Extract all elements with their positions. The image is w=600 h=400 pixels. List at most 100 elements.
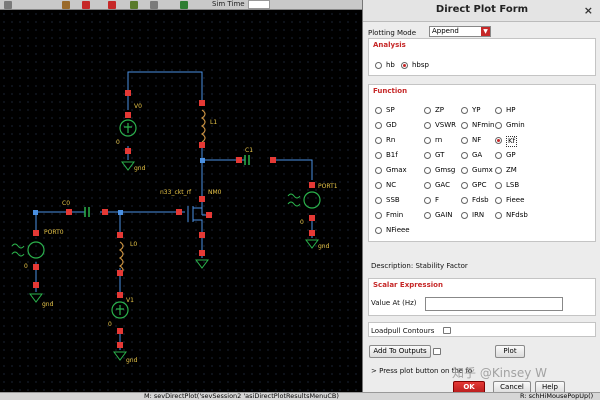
label-nm0: NM0 [208, 189, 222, 196]
radio-button[interactable] [375, 212, 382, 219]
radio-button[interactable] [495, 197, 502, 204]
function-group: Function SP ZP YP HP GD VSWR NFmin Gmin Rn rn NF Kf… [368, 84, 596, 242]
toolbar-tool-icon[interactable] [180, 1, 188, 9]
function-option-label: Gmax [386, 166, 407, 174]
radio-button[interactable] [375, 137, 382, 144]
radio-button[interactable] [401, 62, 408, 69]
sim-time-field[interactable] [248, 0, 270, 9]
label-nmos: n33_ckt_rf [160, 189, 192, 196]
radio-button[interactable] [375, 122, 382, 129]
radio-button[interactable] [495, 152, 502, 159]
capacitor-c0 [84, 207, 90, 217]
toolbar-tool-icon[interactable] [108, 1, 116, 9]
plus-mark [116, 305, 124, 315]
sim-time-label: Sim Time [212, 0, 245, 8]
radio-button[interactable] [375, 107, 382, 114]
loadpull-group: Loadpull Contours [368, 322, 596, 337]
radio-button[interactable] [495, 212, 502, 219]
add-to-outputs-button[interactable]: Add To Outputs [369, 345, 431, 358]
add-to-outputs-checkbox[interactable] [433, 348, 441, 355]
function-option-label: NFmin [472, 121, 495, 129]
junction-dot [118, 210, 123, 215]
dialog-titlebar[interactable]: Direct Plot Form × [363, 0, 600, 22]
loadpull-label: Loadpull Contours [371, 327, 435, 335]
function-option-label: SSB [386, 196, 400, 204]
junction-dot [200, 158, 205, 163]
plotting-mode-select[interactable]: Append ▼ [429, 26, 491, 37]
label-gnd: gnd [134, 165, 146, 172]
value-at-input[interactable] [425, 297, 563, 311]
function-option-label: NFdsb [506, 211, 528, 219]
radio-button[interactable] [424, 152, 431, 159]
radio-button[interactable] [461, 212, 468, 219]
loadpull-checkbox[interactable] [443, 327, 451, 334]
scalar-expression-group: Scalar Expression Value At (Hz) [368, 278, 596, 316]
plotting-mode-value: Append [432, 27, 459, 35]
radio-button[interactable] [461, 167, 468, 174]
function-option-label: NF [472, 136, 482, 144]
radio-button[interactable] [375, 62, 382, 69]
toolbar-tool-icon[interactable] [150, 1, 158, 9]
description-text: Description: Stability Factor [371, 262, 468, 270]
radio-button[interactable] [461, 137, 468, 144]
function-option-label: GD [386, 121, 397, 129]
function-option-label: SP [386, 106, 395, 114]
label-gnd: gnd [42, 301, 54, 308]
radio-button[interactable] [461, 197, 468, 204]
radio-button[interactable] [424, 167, 431, 174]
port-squiggle [11, 251, 25, 257]
radio-button[interactable] [495, 182, 502, 189]
plot-button[interactable]: Plot [495, 345, 525, 358]
toolbar-tool-icon[interactable] [4, 1, 12, 9]
source-port0 [27, 241, 45, 259]
function-option-label: GAIN [435, 211, 453, 219]
radio-button[interactable] [424, 122, 431, 129]
radio-button[interactable] [461, 107, 468, 114]
function-option-label: Kf [506, 136, 518, 147]
label-zero: 0 [24, 263, 28, 270]
analysis-title: Analysis [373, 41, 406, 49]
function-option-label: GP [506, 151, 516, 159]
function-option-label: HP [506, 106, 516, 114]
function-option-label: VSWR [435, 121, 457, 129]
ground-symbol [195, 259, 209, 269]
function-option-label: GPC [472, 181, 487, 189]
toolbar-tool-icon[interactable] [62, 1, 70, 9]
radio-button[interactable] [495, 122, 502, 129]
radio-button[interactable] [424, 182, 431, 189]
label-zero: 0 [108, 321, 112, 328]
radio-button[interactable] [424, 107, 431, 114]
toolbar-tool-icon[interactable] [130, 1, 138, 9]
radio-button[interactable] [495, 167, 502, 174]
radio-button[interactable] [375, 227, 382, 234]
radio-button[interactable] [461, 122, 468, 129]
label-port1: PORT1 [318, 183, 338, 190]
function-option-label: NC [386, 181, 397, 189]
radio-button[interactable] [375, 197, 382, 204]
source-port1 [303, 191, 321, 209]
label-l1: L1 [210, 119, 217, 126]
function-option-label: GT [435, 151, 445, 159]
radio-button[interactable] [375, 182, 382, 189]
radio-button[interactable] [461, 182, 468, 189]
radio-button[interactable] [424, 212, 431, 219]
close-icon[interactable]: × [584, 4, 593, 17]
radio-button[interactable] [375, 167, 382, 174]
radio-button[interactable] [461, 152, 468, 159]
toolbar-tool-icon[interactable] [82, 1, 90, 9]
function-option-label: ZP [435, 106, 445, 114]
radio-button[interactable] [495, 107, 502, 114]
function-option-label: Gmin [506, 121, 525, 129]
dialog-title: Direct Plot Form [435, 4, 529, 15]
ground-symbol [305, 239, 319, 249]
radio-button[interactable] [495, 137, 502, 144]
function-option-label: LSB [506, 181, 520, 189]
ground-symbol [113, 351, 127, 361]
radio-button[interactable] [375, 152, 382, 159]
toolbar: Sim Time [0, 0, 362, 10]
radio-button[interactable] [424, 137, 431, 144]
schematic-canvas[interactable]: V0 L1 C1 PORT1 n33_ckt_rf NM0 C0 PORT0 L… [0, 10, 362, 392]
function-option-label: NFieee [386, 226, 410, 234]
radio-button[interactable] [424, 197, 431, 204]
function-option-label: GAC [435, 181, 450, 189]
